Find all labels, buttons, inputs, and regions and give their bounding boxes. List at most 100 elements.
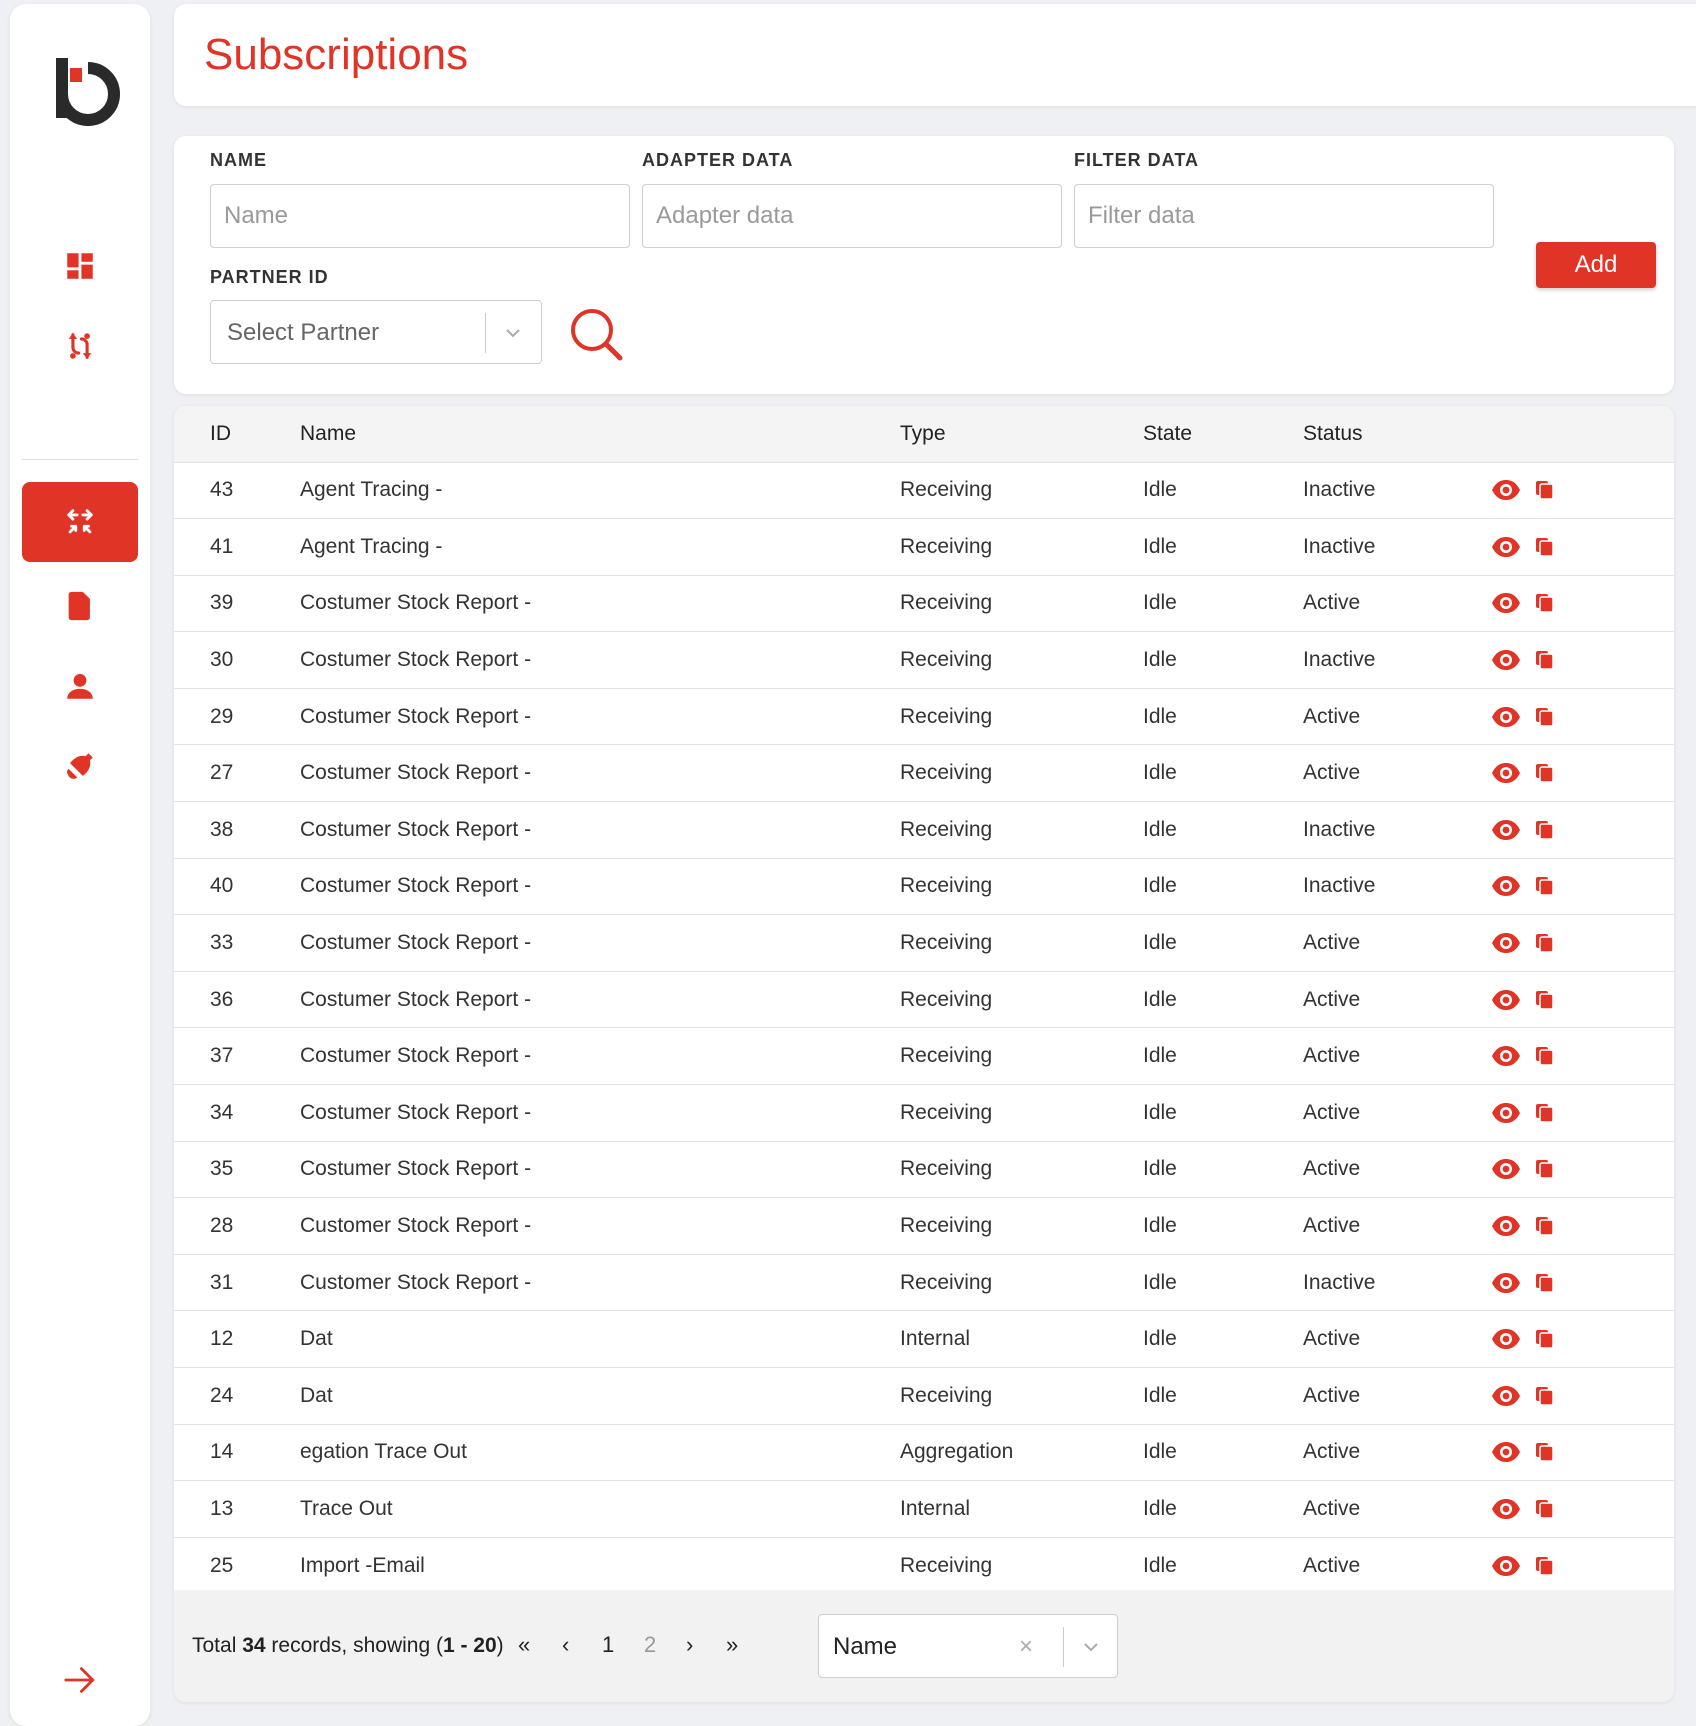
nav-notifications[interactable]: [22, 736, 138, 796]
copy-icon[interactable]: [1535, 1216, 1555, 1236]
cell-actions: [1491, 801, 1674, 859]
eye-icon[interactable]: [1491, 1215, 1521, 1237]
eye-icon[interactable]: [1491, 479, 1521, 501]
column-header-name[interactable]: Name: [300, 406, 900, 463]
eye-icon[interactable]: [1491, 706, 1521, 728]
eye-icon[interactable]: [1491, 1328, 1521, 1350]
nav-sync[interactable]: [22, 316, 138, 376]
prev-page-button[interactable]: ‹: [562, 1632, 569, 1658]
table-row[interactable]: 39 Costumer Stock Report - Receiving Idle Ac…: [174, 575, 1674, 633]
adapter-data-label: ADAPTER DATA: [642, 150, 794, 170]
table-row[interactable]: 31 Customer Stock Report - Receiving Idle In…: [174, 1254, 1674, 1312]
sidebar-divider: [22, 459, 138, 460]
eye-icon[interactable]: [1491, 932, 1521, 954]
table-row[interactable]: 12 Dat Internal Idle Active: [174, 1310, 1674, 1368]
arrow-right-icon: [64, 1667, 95, 1693]
copy-icon[interactable]: [1535, 1103, 1555, 1123]
copy-icon[interactable]: [1535, 1556, 1555, 1576]
page-2-button[interactable]: 2: [644, 1632, 656, 1658]
column-header-type[interactable]: Type: [900, 406, 1143, 463]
table-row[interactable]: 41 Agent Tracing - Receiving Idle Inactive: [174, 518, 1674, 576]
eye-icon[interactable]: [1491, 1102, 1521, 1124]
copy-icon[interactable]: [1535, 1273, 1555, 1293]
eye-icon[interactable]: [1491, 1385, 1521, 1407]
partner-select[interactable]: Select Partner: [210, 300, 542, 364]
eye-icon[interactable]: [1491, 1158, 1521, 1180]
eye-icon[interactable]: [1491, 1498, 1521, 1520]
eye-icon[interactable]: [1491, 1441, 1521, 1463]
filter-data-input[interactable]: [1074, 184, 1494, 248]
column-header-state[interactable]: State: [1143, 406, 1303, 463]
last-page-button[interactable]: »: [726, 1632, 738, 1658]
table-row[interactable]: 40 Costumer Stock Report - Receiving Idle In…: [174, 858, 1674, 916]
clear-icon[interactable]: ×: [1019, 1633, 1033, 1661]
nav-users[interactable]: [22, 656, 138, 716]
copy-icon[interactable]: [1535, 537, 1555, 557]
column-header-status[interactable]: Status: [1303, 406, 1491, 463]
next-page-button[interactable]: ›: [686, 1632, 693, 1658]
table-row[interactable]: 33 Costumer Stock Report - Receiving Idle Ac…: [174, 914, 1674, 972]
name-input[interactable]: [210, 184, 630, 248]
filter-data-label: FILTER DATA: [1074, 150, 1199, 170]
table-row[interactable]: 29 Costumer Stock Report - Receiving Idle Ac…: [174, 688, 1674, 746]
table-row[interactable]: 30 Costumer Stock Report - Receiving Idle In…: [174, 631, 1674, 689]
table-row[interactable]: 25 Import -Email Receiving Idle Active: [174, 1537, 1674, 1595]
sort-select[interactable]: Name ×: [818, 1614, 1118, 1678]
table-row[interactable]: 27 Costumer Stock Report - Receiving Idle Ac…: [174, 744, 1674, 803]
table-row[interactable]: 14 egation Trace Out Aggregation Idle Active: [174, 1424, 1674, 1482]
copy-icon[interactable]: [1535, 593, 1555, 614]
copy-icon[interactable]: [1535, 707, 1555, 727]
copy-icon[interactable]: [1535, 820, 1555, 840]
subscriptions-table-card: ID Name Type State Status 43 Agent Tracin…: [174, 406, 1674, 1702]
eye-icon[interactable]: [1491, 875, 1521, 897]
table-row[interactable]: 43 Agent Tracing - Receiving Idle Inactive: [174, 462, 1674, 520]
table-row[interactable]: 36 Costumer Stock Report - Receiving Idle Ac…: [174, 971, 1674, 1029]
table-row[interactable]: 13 Trace Out Internal Idle Active: [174, 1480, 1674, 1538]
page-1-button[interactable]: 1: [602, 1632, 614, 1658]
copy-icon[interactable]: [1535, 1499, 1555, 1519]
eye-icon[interactable]: [1491, 1272, 1521, 1294]
eye-icon[interactable]: [1491, 762, 1521, 784]
copy-icon[interactable]: [1535, 1046, 1555, 1066]
column-header-id[interactable]: ID: [174, 406, 300, 463]
copy-icon[interactable]: [1535, 650, 1555, 670]
cell-type: Receiving: [900, 744, 1143, 803]
copy-icon[interactable]: [1535, 480, 1555, 501]
copy-icon[interactable]: [1535, 1442, 1555, 1463]
eye-icon[interactable]: [1491, 649, 1521, 671]
nav-dashboard[interactable]: [22, 236, 138, 296]
copy-icon[interactable]: [1535, 1329, 1555, 1349]
logout-button[interactable]: [22, 1650, 138, 1710]
table-row[interactable]: 34 Costumer Stock Report - Receiving Idle Ac…: [174, 1084, 1674, 1142]
cell-actions: [1491, 858, 1674, 916]
copy-icon[interactable]: [1535, 1386, 1555, 1406]
eye-icon[interactable]: [1491, 819, 1521, 841]
add-button[interactable]: Add: [1536, 242, 1656, 288]
copy-icon[interactable]: [1535, 1159, 1555, 1180]
cell-id: 43: [174, 462, 300, 520]
logo[interactable]: [50, 54, 130, 144]
nav-subscriptions[interactable]: [22, 482, 138, 562]
table-row[interactable]: 35 Costumer Stock Report - Receiving Idle Ac…: [174, 1141, 1674, 1199]
nav-documents[interactable]: [22, 576, 138, 636]
eye-icon[interactable]: [1491, 592, 1521, 614]
copy-icon[interactable]: [1535, 990, 1555, 1010]
table-row[interactable]: 37 Costumer Stock Report - Receiving Idle Ac…: [174, 1027, 1674, 1086]
copy-icon[interactable]: [1535, 876, 1555, 897]
eye-icon[interactable]: [1491, 536, 1521, 558]
copy-icon[interactable]: [1535, 763, 1555, 784]
copy-icon[interactable]: [1535, 933, 1555, 953]
cell-actions: [1491, 688, 1674, 746]
eye-icon[interactable]: [1491, 989, 1521, 1011]
cell-state: Idle: [1143, 858, 1303, 916]
cell-state: Idle: [1143, 971, 1303, 1029]
table-row[interactable]: 28 Customer Stock Report - Receiving Idle Ac…: [174, 1197, 1674, 1255]
first-page-button[interactable]: «: [518, 1632, 530, 1658]
adapter-data-input[interactable]: [642, 184, 1062, 248]
search-icon[interactable]: [568, 306, 624, 362]
table-row[interactable]: 38 Costumer Stock Report - Receiving Idle In…: [174, 801, 1674, 859]
table-row[interactable]: 24 Dat Receiving Idle Active: [174, 1367, 1674, 1425]
eye-icon[interactable]: [1491, 1555, 1521, 1577]
cell-actions: [1491, 518, 1674, 576]
eye-icon[interactable]: [1491, 1045, 1521, 1067]
